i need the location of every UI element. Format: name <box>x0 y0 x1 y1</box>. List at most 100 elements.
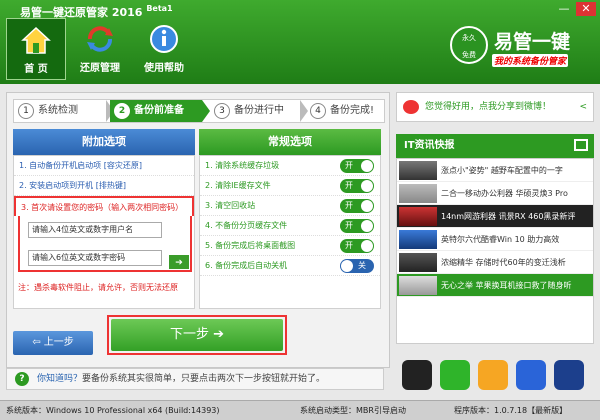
step-4-label: 备份完成! <box>330 105 375 116</box>
free-badge: 永久 免费 <box>450 26 488 64</box>
close-button[interactable]: ✕ <box>576 2 596 16</box>
news-thumbnail <box>399 230 437 249</box>
monitor-icon[interactable] <box>574 139 588 151</box>
news-header: IT资讯快报 <box>396 134 594 158</box>
backup-panel: 1 系统检测 2 备份前准备 3 备份进行中 4 备份完成! 附加选项 常规选项… <box>6 92 390 368</box>
news-item[interactable]: 14nm网游利器 讯景RX 460黑录新评 <box>397 205 593 228</box>
side-panel: 您觉得好用，点我分享到微博！ < IT资讯快报 涨点小"姿势" 越野车配置中的一… <box>396 92 594 398</box>
news-title: IT资讯快报 <box>404 140 455 151</box>
step-1-label: 系统检测 <box>38 105 78 116</box>
share-weibo-button[interactable]: 您觉得好用，点我分享到微博！ < <box>396 92 594 122</box>
normal-option-1: 1. 清除系统缓存垃圾 开 <box>200 156 380 176</box>
douban-icon[interactable] <box>554 360 584 390</box>
toggle-switch[interactable]: 开 <box>340 199 374 213</box>
news-item[interactable]: 无心之举 苹果换耳机接口救了随身听 <box>397 274 593 297</box>
toggle-switch[interactable]: 开 <box>340 239 374 253</box>
tip-bar: ? 你知道吗？要备份系统其实很简单，只要点击两次下一步按钮就开始了。 <box>6 368 384 390</box>
logo-subtitle: 我的系统备份管家 <box>492 54 569 67</box>
nav-help[interactable]: 使用帮助 <box>134 18 194 80</box>
normal-option-label: 1. 清除系统缓存垃圾 <box>205 161 280 170</box>
next-step-button[interactable]: 下一步 ➔ <box>111 319 283 351</box>
extra-option-2[interactable]: 2. 安装启动项到开机 [排热键] <box>14 176 194 196</box>
toggle-switch[interactable]: 开 <box>340 159 374 173</box>
left-arrow-icon: ⇦ <box>32 337 41 348</box>
next-step-highlight: 下一步 ➔ <box>107 315 287 355</box>
next-step-label: 下一步 <box>169 327 209 342</box>
step-2: 2 备份前准备 <box>110 100 202 122</box>
weibo-icon[interactable] <box>478 360 508 390</box>
info-icon <box>150 25 178 53</box>
news-thumbnail <box>399 207 437 226</box>
news-item[interactable]: 英特尔六代酷睿Win 10 助力高效 <box>397 228 593 251</box>
social-links <box>396 354 594 396</box>
restore-icon <box>87 26 113 52</box>
toggle-switch[interactable]: 关 <box>340 259 374 273</box>
nav-home-label: 首 页 <box>24 64 48 75</box>
news-item[interactable]: 二合一移动办公利器 华硕灵焕3 Pro <box>397 182 593 205</box>
normal-option-5: 5. 备份完成后将桌面截图 开 <box>200 236 380 256</box>
normal-option-2: 2. 清除IE缓存文件 开 <box>200 176 380 196</box>
news-list: 涨点小"姿势" 越野车配置中的一字 二合一移动办公利器 华硕灵焕3 Pro 14… <box>396 158 594 344</box>
prev-step-label: 上一步 <box>43 337 74 348</box>
normal-option-4: 4. 不备份分页缓存文件 开 <box>200 216 380 236</box>
toggle-switch[interactable]: 开 <box>340 179 374 193</box>
step-arrow <box>202 100 210 122</box>
normal-option-3: 3. 清空回收站 开 <box>200 196 380 216</box>
step-4: 4 备份完成! <box>306 100 384 122</box>
news-thumbnail <box>399 184 437 203</box>
weibo-icon <box>403 100 419 114</box>
nav-home[interactable]: 首 页 <box>6 18 66 80</box>
normal-option-label: 2. 清除IE缓存文件 <box>205 181 271 190</box>
toggle-switch[interactable]: 开 <box>340 219 374 233</box>
right-arrow-icon: ➔ <box>213 327 225 342</box>
status-bar: 系统版本：Windows 10 Professional x64 (Build:… <box>0 400 600 420</box>
news-item[interactable]: 浓缩精华 存储时代60年的变迁浅析 <box>397 251 593 274</box>
normal-option-label: 3. 清空回收站 <box>205 201 256 210</box>
step-3-label: 备份进行中 <box>234 105 284 116</box>
news-item-title: 英特尔六代酷睿Win 10 助力高效 <box>441 235 560 244</box>
news-item-title: 二合一移动办公利器 华硕灵焕3 Pro <box>441 189 568 198</box>
step-1-num: 1 <box>18 103 34 119</box>
confirm-arrow-button[interactable]: ➔ <box>168 254 190 270</box>
extra-options-header: 附加选项 <box>13 129 195 155</box>
os-version: 系统版本：Windows 10 Professional x64 (Build:… <box>6 406 220 415</box>
tieba-icon[interactable] <box>516 360 546 390</box>
news-item-title: 无心之举 苹果换耳机接口救了随身听 <box>441 281 572 290</box>
tip-text: 要备份系统其实很简单，只要点击两次下一步按钮就开始了。 <box>82 374 326 384</box>
news-item-title: 涨点小"姿势" 越野车配置中的一字 <box>441 166 563 175</box>
step-3: 3 备份进行中 <box>210 100 300 122</box>
normal-option-label: 5. 备份完成后将桌面截图 <box>205 241 296 250</box>
brand-logo: 永久 免费 易管一键 我的系统备份管家 <box>450 24 590 76</box>
step-2-num: 2 <box>114 103 130 119</box>
step-1: 1 系统检测 <box>14 100 106 122</box>
wechat-icon[interactable] <box>440 360 470 390</box>
news-thumbnail <box>399 161 437 180</box>
nav-help-label: 使用帮助 <box>144 63 184 74</box>
tip-lead: 你知道吗？ <box>37 374 83 384</box>
extra-option-1[interactable]: 1. 自动备份开机启动项 [容灾还原] <box>14 156 194 176</box>
share-text: 您觉得好用，点我分享到微博！ <box>425 102 552 112</box>
home-icon <box>21 26 51 54</box>
nav-restore[interactable]: 还原管理 <box>70 18 130 80</box>
normal-options-list: 1. 清除系统缓存垃圾 开 2. 清除IE缓存文件 开 3. 清空回收站 开 4… <box>199 155 381 309</box>
password-box: 请输入4位英文或数字用户名 请输入6位英文或数字密码 ➔ <box>18 216 192 272</box>
main-area: 1 系统检测 2 备份前准备 3 备份进行中 4 备份完成! 附加选项 常规选项… <box>0 84 600 400</box>
step-bar: 1 系统检测 2 备份前准备 3 备份进行中 4 备份完成! <box>13 99 385 123</box>
password-field[interactable]: 请输入6位英文或数字密码 <box>28 250 162 266</box>
step-2-label: 备份前准备 <box>134 105 184 116</box>
prev-step-button[interactable]: ⇦ 上一步 <box>13 331 93 355</box>
normal-option-6: 6. 备份完成后自动关机 关 <box>200 256 380 276</box>
step-4-num: 4 <box>310 103 326 119</box>
minimize-button[interactable]: — <box>554 2 574 16</box>
normal-options-header: 常规选项 <box>199 129 381 155</box>
news-thumbnail <box>399 253 437 272</box>
news-item[interactable]: 涨点小"姿势" 越野车配置中的一字 <box>397 159 593 182</box>
program-version: 程序版本：1.0.7.18【最新版】 <box>454 406 568 415</box>
extra-option-3: 3. 首次请设置您的密码（输入两次相同密码） <box>14 196 194 216</box>
news-item-title: 浓缩精华 存储时代60年的变迁浅析 <box>441 258 566 267</box>
qq-icon[interactable] <box>402 360 432 390</box>
news-thumbnail <box>399 276 437 295</box>
boot-type: 系统启动类型：MBR引导启动 <box>300 406 406 415</box>
normal-option-label: 6. 备份完成后自动关机 <box>205 261 288 270</box>
username-field[interactable]: 请输入4位英文或数字用户名 <box>28 222 162 238</box>
